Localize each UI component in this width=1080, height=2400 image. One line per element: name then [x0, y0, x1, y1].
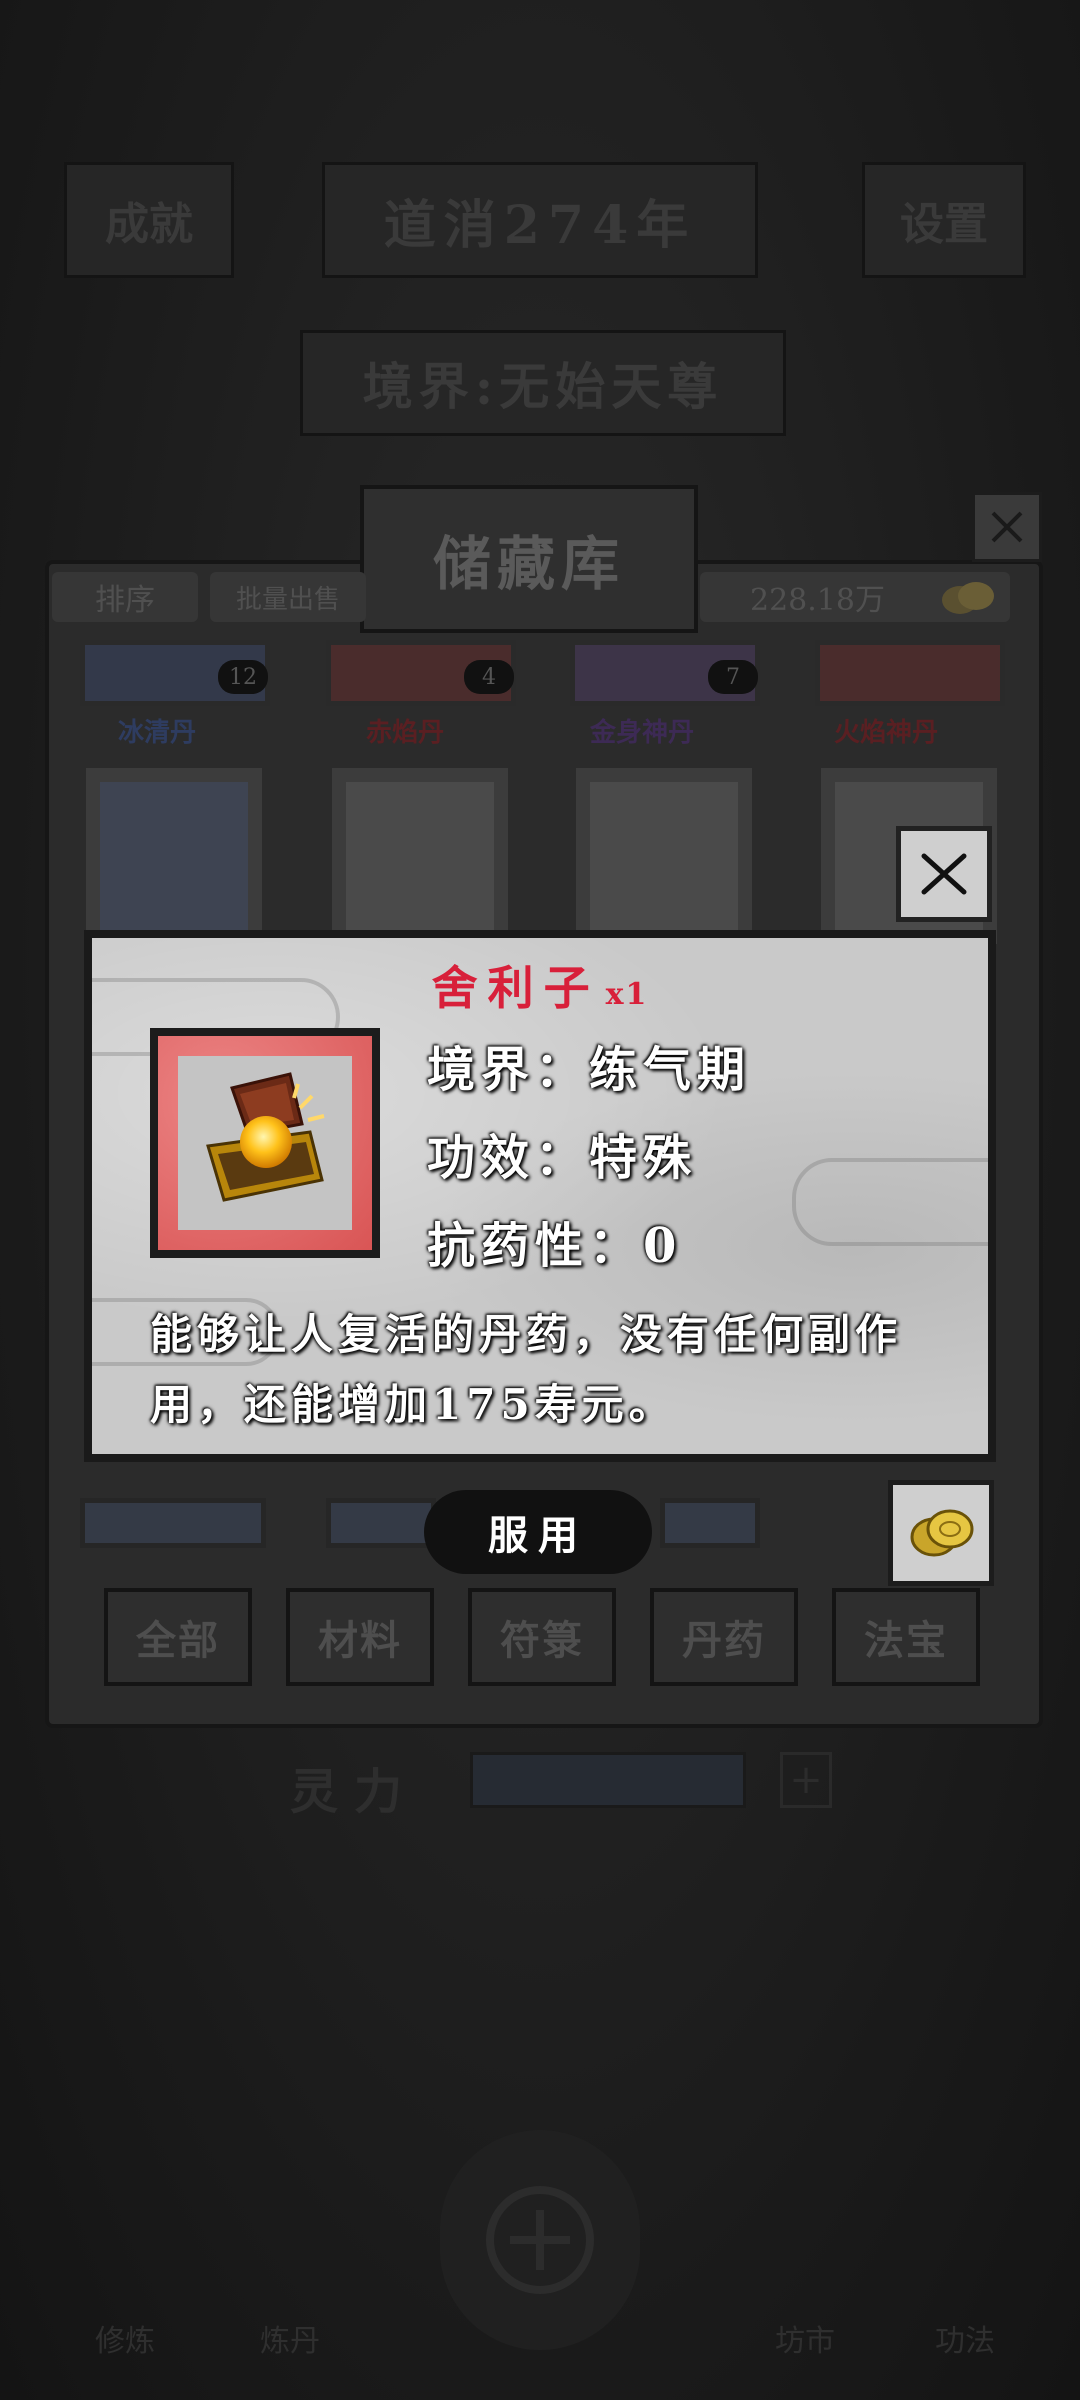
item-cell[interactable] [80, 1498, 266, 1548]
nav-label: 修炼 [95, 2324, 155, 2359]
close-icon [991, 511, 1023, 543]
item-cell[interactable] [570, 762, 758, 950]
nav-techniques[interactable]: 功法 [900, 2180, 1030, 2360]
settings-button[interactable]: 设置 [862, 162, 1026, 278]
item-cell[interactable] [326, 762, 514, 950]
era-banner: 道消274年 [322, 162, 758, 278]
cloud-decoration [792, 1158, 988, 1246]
batch-sell-button[interactable]: 批量出售 [210, 572, 366, 622]
sell-button[interactable] [888, 1480, 994, 1586]
storage-title: 储藏库 [360, 485, 698, 633]
tab-talismans[interactable]: 符箓 [468, 1588, 616, 1686]
item-realm: 境界：练气期 [427, 1042, 752, 1098]
item-count: 7 [708, 660, 758, 694]
item-label: 金身神丹 [590, 718, 695, 748]
currency-display: 228.18万 [700, 572, 1010, 622]
dao-emblem-icon [486, 2186, 594, 2294]
item-cell[interactable] [80, 762, 268, 950]
power-label: 灵力 [290, 1764, 419, 1820]
achievements-button[interactable]: 成就 [64, 162, 234, 278]
nav-label: 炼丹 [260, 2324, 320, 2359]
nav-cultivate[interactable]: 修炼 [60, 2180, 190, 2360]
item-title: 舍利子 x1 [92, 952, 988, 1018]
realm-banner: 境界:无始天尊 [300, 330, 786, 436]
item-cell[interactable] [660, 1498, 760, 1548]
tab-materials[interactable]: 材料 [286, 1588, 434, 1686]
item-label: 火焰神丹 [834, 718, 939, 748]
nav-market[interactable]: 坊市 [740, 2180, 870, 2360]
treasure-chest-icon [206, 1072, 325, 1202]
item-icon-frame [150, 1028, 380, 1258]
sort-button[interactable]: 排序 [52, 572, 198, 622]
item-description: 能够让人复活的丹药，没有任何副作用，还能增加175寿元。 [150, 1310, 903, 1429]
coin-icon [910, 1509, 974, 1557]
close-icon [921, 853, 967, 895]
item-label: 冰清丹 [118, 718, 197, 748]
item-count: 4 [464, 660, 514, 694]
currency-amount: 228.18万 [750, 583, 885, 618]
storage-close-button[interactable] [972, 492, 1042, 562]
power-add-button[interactable]: + [780, 1752, 832, 1808]
tab-pills[interactable]: 丹药 [650, 1588, 798, 1686]
item-resistance: 抗药性：0 [427, 1218, 683, 1274]
nav-alchemy[interactable]: 炼丹 [225, 2180, 355, 2360]
item-quantity: x1 [605, 977, 649, 1012]
item-label: 赤焰丹 [366, 718, 445, 748]
item-detail-dialog: 舍利子 x1 境界：练气期 功效：特殊 抗药性：0 能够让人复活的丹药，没有任何… [84, 930, 996, 1462]
dialog-close-button[interactable] [896, 826, 992, 922]
item-icon-bg [178, 1056, 352, 1230]
item-count: 12 [218, 660, 268, 694]
item-cell[interactable] [815, 640, 1005, 706]
power-bar [470, 1752, 746, 1808]
item-name: 舍利子 [431, 961, 600, 1015]
item-effect: 功效：特殊 [427, 1130, 698, 1186]
nav-label: 坊市 [775, 2324, 835, 2359]
use-item-button[interactable]: 服用 [424, 1490, 652, 1574]
coin-icon [942, 582, 994, 614]
item-cell[interactable] [326, 1498, 436, 1548]
tab-artifacts[interactable]: 法宝 [832, 1588, 980, 1686]
nav-label: 功法 [935, 2324, 995, 2359]
nav-dao-center[interactable] [440, 2130, 640, 2350]
tab-all[interactable]: 全部 [104, 1588, 252, 1686]
item-rarity-frame [158, 1036, 372, 1250]
